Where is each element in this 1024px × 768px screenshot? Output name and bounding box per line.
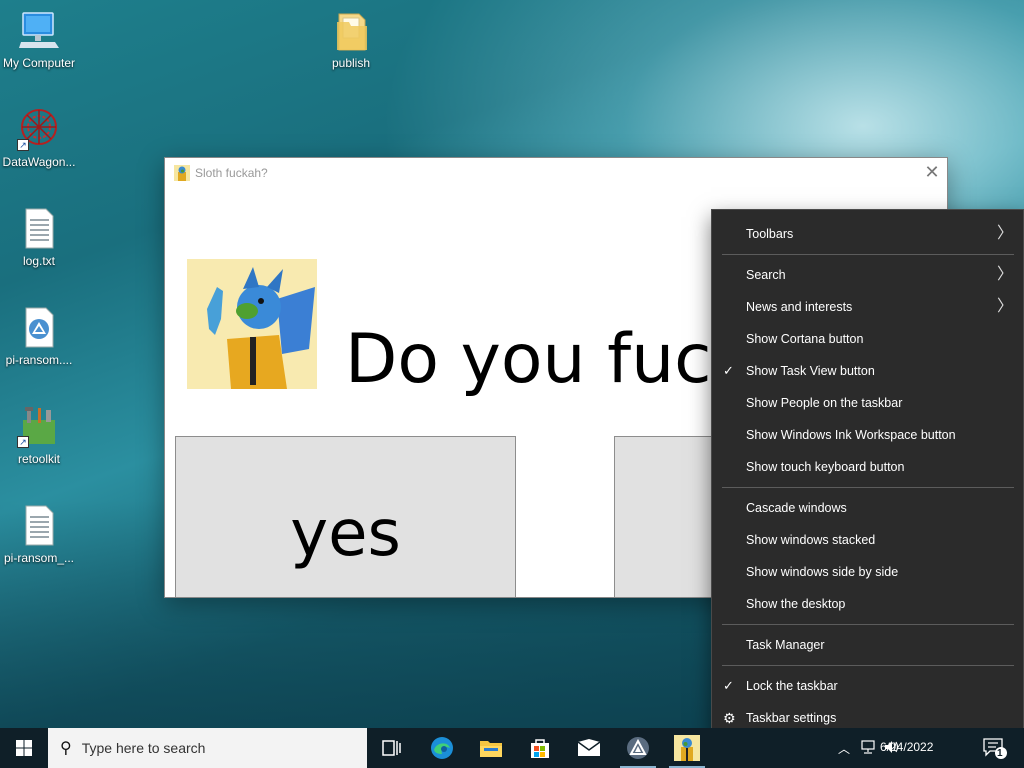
- menu-item-label: Cascade windows: [746, 501, 847, 515]
- text-file-icon: [17, 503, 61, 547]
- question-text: Do you fuck: [345, 320, 751, 399]
- menu-item-show-cortana[interactable]: Show Cortana button: [712, 326, 1023, 352]
- checkmark-icon: ✓: [723, 678, 734, 693]
- datawagon-icon: ↗: [17, 107, 61, 151]
- menu-item-label: Search: [746, 268, 786, 282]
- menu-item-label: Toolbars: [746, 227, 794, 241]
- edge-icon[interactable]: [418, 728, 466, 768]
- menu-item-label: Show People on the taskbar: [746, 396, 903, 410]
- taskbar-search-box[interactable]: ⚲ Type here to search: [48, 728, 367, 768]
- shortcut-arrow-icon: ↗: [17, 139, 29, 151]
- yes-button[interactable]: yes: [175, 436, 516, 597]
- taskbar-context-menu: Toolbars 〉 Search 〉 News and interests 〉…: [711, 209, 1024, 743]
- taskbar-date[interactable]: 6/24/2022: [880, 740, 933, 754]
- chevron-right-icon: 〉: [996, 225, 1013, 242]
- toolkit-icon: ↗: [17, 404, 61, 448]
- menu-item-show-people[interactable]: Show People on the taskbar: [712, 390, 1023, 416]
- menu-separator: [722, 624, 1014, 625]
- search-placeholder: Type here to search: [81, 740, 206, 756]
- menu-item-label: Show windows side by side: [746, 565, 899, 579]
- chevron-up-icon[interactable]: ︿: [838, 740, 850, 757]
- window-titlebar[interactable]: Sloth fuckah?: [165, 158, 947, 187]
- desktop-icon-log-txt[interactable]: log.txt: [0, 206, 78, 268]
- menu-item-search[interactable]: Search 〉: [712, 262, 1023, 288]
- menu-item-label: Task Manager: [746, 638, 825, 652]
- taskbar[interactable]: ⚲ Type here to search ︿ 6/24/2022 1: [0, 728, 1024, 768]
- yes-button-label: yes: [290, 497, 401, 571]
- menu-item-show-touch-keyboard[interactable]: Show touch keyboard button: [712, 454, 1023, 480]
- chevron-right-icon: 〉: [996, 298, 1013, 315]
- app-triangle-icon[interactable]: [614, 728, 662, 768]
- sloth-app-taskbar-icon[interactable]: [663, 728, 711, 768]
- network-icon[interactable]: [860, 739, 876, 757]
- notification-center-button[interactable]: 1: [982, 736, 1008, 760]
- menu-item-news-and-interests[interactable]: News and interests 〉: [712, 294, 1023, 320]
- shortcut-arrow-icon: ↗: [17, 436, 29, 448]
- notification-count: 1: [997, 748, 1003, 759]
- desktop-icon-label: log.txt: [22, 254, 55, 268]
- mail-icon[interactable]: [565, 728, 613, 768]
- text-file-icon: [17, 206, 61, 250]
- desktop-icon-label: My Computer: [2, 56, 76, 70]
- menu-item-label: Show touch keyboard button: [746, 460, 905, 474]
- menu-item-toolbars[interactable]: Toolbars 〉: [712, 221, 1023, 247]
- menu-separator: [722, 254, 1014, 255]
- menu-item-show-task-view[interactable]: ✓ Show Task View button: [712, 358, 1023, 384]
- menu-item-label: Show windows stacked: [746, 533, 876, 547]
- desktop-icon-retoolkit[interactable]: ↗ retoolkit: [0, 404, 78, 466]
- windows-logo-icon: [16, 740, 32, 756]
- search-icon: ⚲: [60, 740, 72, 757]
- desktop-icon-label: pi-ransom....: [5, 353, 73, 367]
- menu-item-windows-side-by-side[interactable]: Show windows side by side: [712, 559, 1023, 585]
- menu-item-windows-stacked[interactable]: Show windows stacked: [712, 527, 1023, 553]
- start-button[interactable]: [0, 728, 48, 768]
- desktop-icon-my-computer[interactable]: My Computer: [0, 8, 78, 70]
- menu-item-task-manager[interactable]: Task Manager: [712, 632, 1023, 658]
- desktop-icon-label: DataWagon...: [2, 155, 76, 169]
- desktop-icon-publish[interactable]: publish: [312, 8, 390, 70]
- notification-icon: [983, 738, 1007, 759]
- menu-item-cascade-windows[interactable]: Cascade windows: [712, 495, 1023, 521]
- menu-item-show-ink-workspace[interactable]: Show Windows Ink Workspace button: [712, 422, 1023, 448]
- menu-item-show-desktop[interactable]: Show the desktop: [712, 591, 1023, 617]
- desktop-icon-label: publish: [331, 56, 371, 70]
- menu-item-label: Show the desktop: [746, 597, 846, 611]
- menu-item-label: Show Windows Ink Workspace button: [746, 428, 956, 442]
- checkmark-icon: ✓: [723, 363, 734, 378]
- app-file-icon: [17, 305, 61, 349]
- desktop-icon-datawagon[interactable]: ↗ DataWagon...: [0, 107, 78, 169]
- computer-icon: [17, 8, 61, 52]
- window-title: Sloth fuckah?: [195, 165, 268, 180]
- menu-item-label: Show Task View button: [746, 364, 875, 378]
- desktop-icon-label: retoolkit: [17, 452, 61, 466]
- desktop-icon-pi-ransom-app[interactable]: pi-ransom....: [0, 305, 78, 367]
- chevron-right-icon: 〉: [996, 266, 1013, 283]
- sloth-app-icon: [174, 164, 190, 181]
- menu-item-label: Lock the taskbar: [746, 679, 838, 693]
- menu-item-label: Taskbar settings: [746, 711, 837, 725]
- file-explorer-icon[interactable]: [467, 728, 515, 768]
- close-icon[interactable]: ✕: [917, 158, 947, 187]
- folder-icon: [329, 8, 373, 52]
- menu-separator: [722, 487, 1014, 488]
- task-view-icon[interactable]: [368, 728, 416, 768]
- menu-item-label: News and interests: [746, 300, 853, 314]
- menu-item-lock-taskbar[interactable]: ✓ Lock the taskbar: [712, 673, 1023, 699]
- desktop-icon-pi-ransom-txt[interactable]: pi-ransom_...: [0, 503, 78, 565]
- sloth-character-image: [187, 259, 317, 389]
- menu-item-label: Show Cortana button: [746, 332, 864, 346]
- store-icon[interactable]: [516, 728, 564, 768]
- desktop-icon-label: pi-ransom_...: [3, 551, 75, 565]
- menu-separator: [722, 665, 1014, 666]
